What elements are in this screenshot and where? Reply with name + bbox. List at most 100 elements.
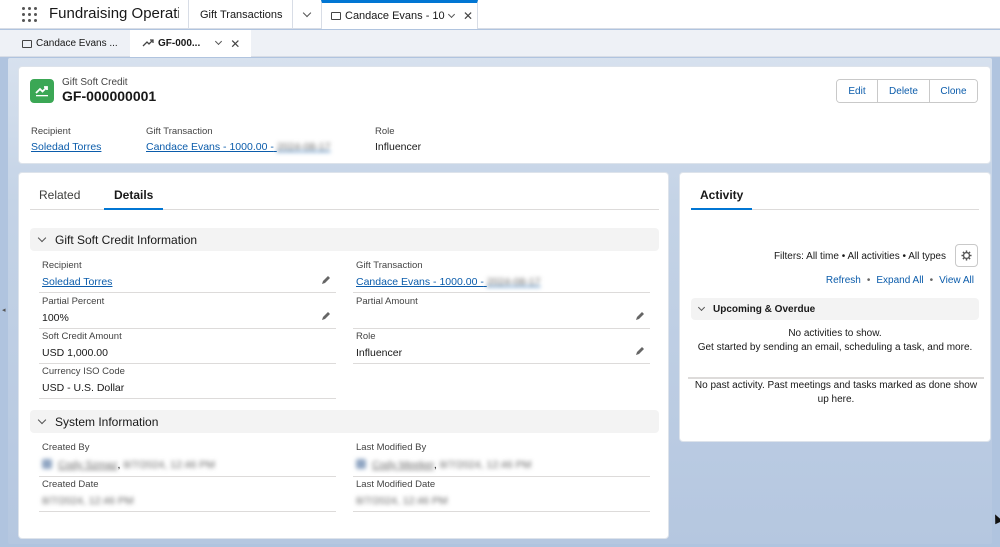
chevron-down-icon[interactable] xyxy=(215,37,223,46)
field-label: Gift Transaction xyxy=(146,126,213,137)
chevron-down-icon[interactable] xyxy=(447,10,456,18)
nav-tab-label: Candace Evans - 10... xyxy=(345,10,445,22)
chevron-down-icon xyxy=(37,415,47,425)
object-type-label: Gift Soft Credit xyxy=(62,77,128,88)
last-modified-date-value: 8/7/2024, 12:46 PM xyxy=(356,495,448,507)
no-past-activity-text: No past activity. Past meetings and task… xyxy=(688,377,984,407)
subtab-label: Candace Evans ... xyxy=(36,38,118,49)
delete-button[interactable]: Delete xyxy=(877,80,929,102)
highlight-field-role: Role Influencer xyxy=(375,126,421,153)
gear-icon xyxy=(961,250,972,261)
record-title: GF-000000001 xyxy=(62,88,157,104)
chevron-down-icon xyxy=(697,303,706,312)
activity-panel: Activity Filters: All time • All activit… xyxy=(679,172,991,442)
section-title: Gift Soft Credit Information xyxy=(55,232,198,247)
partial-percent-value: 100% xyxy=(42,312,69,324)
field-label: Created By xyxy=(42,442,90,453)
field-label: Recipient xyxy=(31,126,71,137)
field-label: Partial Percent xyxy=(42,296,105,307)
tab-related[interactable]: Related xyxy=(39,188,80,202)
gift-transaction-text: Candace Evans - 1000.00 - xyxy=(146,141,274,153)
clone-button[interactable]: Clone xyxy=(929,80,977,102)
field-label: Partial Amount xyxy=(356,296,418,307)
tab-details[interactable]: Details xyxy=(104,188,164,210)
gift-soft-credit-icon xyxy=(30,79,54,103)
edit-pencil-icon[interactable] xyxy=(635,346,645,356)
activity-links: Refresh • Expand All • View All xyxy=(826,275,974,286)
blurred-date: 2024-08-17 xyxy=(486,276,541,288)
view-all-link[interactable]: View All xyxy=(939,275,974,286)
mouse-cursor-icon xyxy=(991,512,1000,525)
field-label: Currency ISO Code xyxy=(42,366,125,377)
last-modified-by-user-link[interactable]: Cody Meeker xyxy=(372,459,434,471)
nav-tab-label: Gift Transactions xyxy=(200,8,283,21)
separator-dot: • xyxy=(929,275,934,286)
nav-tab-gift-transactions[interactable]: Gift Transactions xyxy=(188,0,292,29)
section-gift-soft-credit-information[interactable]: Gift Soft Credit Information xyxy=(30,228,659,251)
gift-transaction-text: Candace Evans - 1000.00 - xyxy=(356,276,484,288)
section-system-information[interactable]: System Information xyxy=(30,410,659,433)
subtab-candace-evans[interactable]: Candace Evans ... xyxy=(8,30,130,57)
edit-button[interactable]: Edit xyxy=(837,80,877,102)
created-by-user-link[interactable]: Cody Szmaz xyxy=(58,459,118,471)
field-label: Soft Credit Amount xyxy=(42,331,122,342)
role-value: Influencer xyxy=(375,141,422,153)
refresh-link[interactable]: Refresh xyxy=(826,275,861,286)
field-label: Recipient xyxy=(42,260,82,271)
field-last-modified-date: Last Modified Date 8/7/2024, 12:46 PM xyxy=(353,478,650,512)
recipient-link[interactable]: Soledad Torres xyxy=(42,276,112,288)
edit-pencil-icon[interactable] xyxy=(321,311,331,321)
nav-tab-menu-button[interactable] xyxy=(292,0,321,29)
section-title: System Information xyxy=(55,414,159,429)
created-date-value: 8/7/2024, 12:46 PM xyxy=(42,495,134,507)
nav-tab-candace-evans[interactable]: Candace Evans - 10... ✕ xyxy=(321,0,478,29)
soft-credit-amount-value: USD 1,000.00 xyxy=(42,347,108,359)
field-partial-amount: Partial Amount xyxy=(353,295,650,329)
field-created-by: Created By Cody Szmaz, 8/7/2024, 12:46 P… xyxy=(39,441,336,477)
subtab-label: GF-000... xyxy=(158,38,201,49)
field-label: Last Modified Date xyxy=(356,479,436,490)
edit-pencil-icon[interactable] xyxy=(321,275,331,285)
record-icon xyxy=(331,12,341,20)
gift-transaction-link[interactable]: Candace Evans - 1000.00 - 2024-08-17 xyxy=(356,276,540,288)
section-title: Upcoming & Overdue xyxy=(713,303,816,315)
field-label: Role xyxy=(356,331,376,342)
created-date-inline: 8/7/2024, 12:46 PM xyxy=(123,459,216,471)
field-role: Role Influencer xyxy=(353,330,650,364)
no-activities-text: No activities to show. xyxy=(788,328,882,339)
upcoming-overdue-section[interactable]: Upcoming & Overdue xyxy=(691,298,979,320)
role-value: Influencer xyxy=(356,347,403,359)
blurred-date: 2024-08-17 xyxy=(276,141,331,153)
gift-transaction-link[interactable]: Candace Evans - 1000.00 - 2024-08-17 xyxy=(146,141,330,153)
app-launcher-icon[interactable] xyxy=(22,7,37,22)
action-button-group: Edit Delete Clone xyxy=(836,79,978,103)
expand-all-link[interactable]: Expand All xyxy=(876,275,923,286)
app-name: Fundraising Operati... xyxy=(49,5,179,22)
field-label: Last Modified By xyxy=(356,442,427,453)
field-created-date: Created Date 8/7/2024, 12:46 PM xyxy=(39,478,336,512)
highlight-field-recipient: Recipient Soledad Torres xyxy=(31,126,101,153)
no-past-activity-message: No past activity. Past meetings and task… xyxy=(694,380,978,405)
last-modified-by-value: Cody Meeker, 8/7/2024, 12:46 PM xyxy=(356,459,531,471)
field-recipient: Recipient Soledad Torres xyxy=(39,259,336,293)
record-tabs: Related Details xyxy=(30,173,659,210)
tab-activity[interactable]: Activity xyxy=(691,188,753,210)
user-avatar xyxy=(356,459,366,469)
close-icon[interactable]: ✕ xyxy=(463,9,473,23)
record-icon xyxy=(22,39,32,48)
close-icon[interactable]: ✕ xyxy=(230,37,240,51)
edit-pencil-icon[interactable] xyxy=(635,311,645,321)
currency-iso-code-value: USD - U.S. Dollar xyxy=(42,382,125,394)
get-started-text: Get started by sending an email, schedul… xyxy=(697,342,973,353)
subtab-gift-soft-credit[interactable]: GF-000... ✕ xyxy=(130,30,251,57)
recipient-link[interactable]: Soledad Torres xyxy=(31,141,101,153)
subtab-bar: Candace Evans ... GF-000... ✕ xyxy=(0,30,1000,57)
separator-dot: • xyxy=(866,275,871,286)
filter-settings-button[interactable] xyxy=(955,244,978,267)
activity-tabs: Activity xyxy=(691,173,979,210)
details-panel: Related Details Gift Soft Credit Informa… xyxy=(18,172,669,539)
field-partial-percent: Partial Percent 100% xyxy=(39,295,336,329)
panel-collapse-handle[interactable]: ◂ xyxy=(2,306,6,314)
created-by-value: Cody Szmaz, 8/7/2024, 12:46 PM xyxy=(42,459,215,471)
field-label: Role xyxy=(375,126,395,137)
